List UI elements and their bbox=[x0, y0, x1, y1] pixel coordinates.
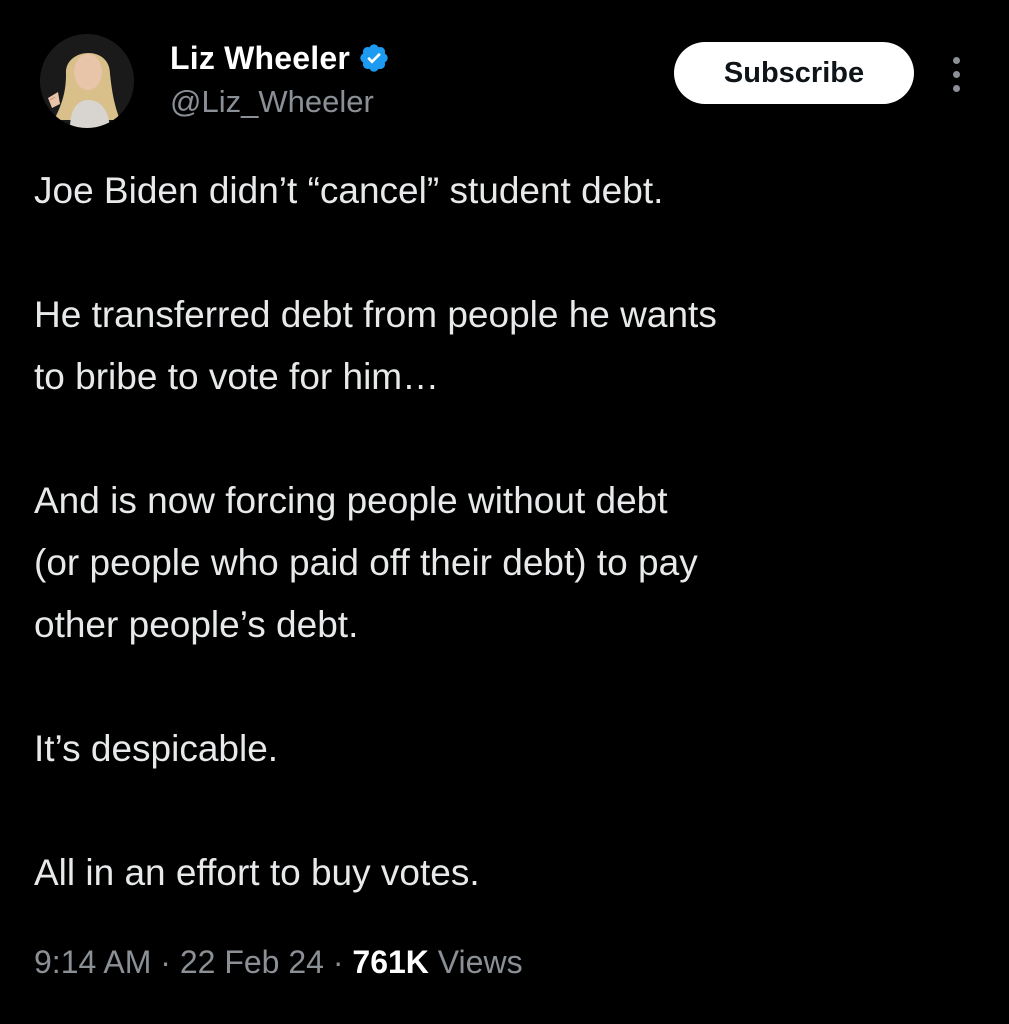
tweet-date[interactable]: 22 Feb 24 bbox=[180, 944, 324, 980]
tweet-meta: 9:14 AM · 22 Feb 24 · 761K Views bbox=[34, 944, 523, 981]
user-handle[interactable]: @Liz_Wheeler bbox=[170, 84, 390, 120]
verified-badge-icon bbox=[358, 42, 390, 74]
subscribe-button[interactable]: Subscribe bbox=[674, 42, 914, 104]
name-row: Liz Wheeler bbox=[170, 38, 390, 78]
views-count[interactable]: 761K bbox=[352, 944, 429, 980]
more-vertical-icon[interactable] bbox=[942, 52, 970, 96]
meta-separator: · bbox=[151, 944, 180, 980]
views-label: Views bbox=[437, 944, 523, 980]
author-block: Liz Wheeler @Liz_Wheeler bbox=[170, 38, 390, 120]
tweet-text: Joe Biden didn’t “cancel” student debt. … bbox=[34, 160, 984, 904]
tweet-paragraph: He transferred debt from people he wants… bbox=[34, 294, 717, 397]
tweet-paragraph: Joe Biden didn’t “cancel” student debt. bbox=[34, 170, 664, 211]
avatar-portrait-icon bbox=[40, 34, 134, 128]
display-name[interactable]: Liz Wheeler bbox=[170, 40, 350, 77]
meta-separator: · bbox=[323, 944, 353, 980]
tweet-card: Liz Wheeler @Liz_Wheeler Subscribe Joe B… bbox=[0, 0, 1009, 1024]
avatar[interactable] bbox=[40, 34, 134, 128]
tweet-paragraph: It’s despicable. bbox=[34, 728, 279, 769]
tweet-paragraph: And is now forcing people without debt (… bbox=[34, 480, 698, 645]
tweet-time[interactable]: 9:14 AM bbox=[34, 944, 151, 980]
tweet-paragraph: All in an effort to buy votes. bbox=[34, 852, 480, 893]
